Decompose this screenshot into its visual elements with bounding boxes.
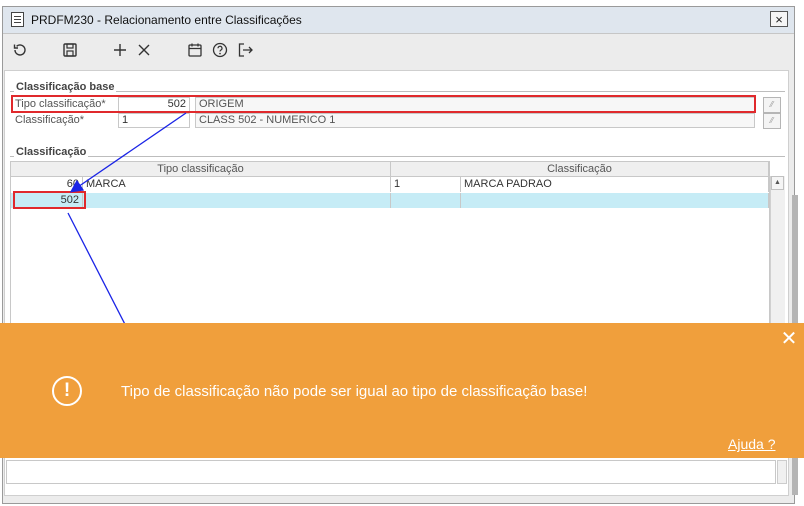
error-toast: ✕ ! Tipo de classificação não pode ser i…: [0, 323, 804, 458]
base-group-divider: [10, 91, 785, 92]
row-tipo-desc: MARCA: [83, 177, 391, 192]
classificacao-input[interactable]: 1: [118, 113, 190, 128]
table-row-selected[interactable]: 502: [11, 193, 769, 208]
refresh-icon[interactable]: [11, 41, 29, 59]
toast-close-icon[interactable]: ✕: [779, 329, 799, 349]
window-close-button[interactable]: ×: [770, 11, 788, 27]
grid-group-title: Classificação: [14, 146, 89, 158]
tipo-lookup-button[interactable]: ⁄⁄: [763, 97, 781, 113]
help-link[interactable]: Ajuda ?: [728, 436, 775, 452]
column-header-tipo[interactable]: Tipo classificação: [11, 162, 391, 177]
row-class-desc: MARCA PADRAO: [461, 177, 769, 192]
calendar-icon[interactable]: [186, 41, 204, 59]
grid-group-divider: [10, 156, 785, 157]
title-bar: PRDFM230 - Relacionamento entre Classifi…: [3, 7, 794, 34]
toast-message: Tipo de classificação não pode ser igual…: [121, 383, 588, 400]
save-icon[interactable]: [61, 41, 79, 59]
exit-icon[interactable]: [236, 41, 254, 59]
classificacao-lookup-button[interactable]: ⁄⁄: [763, 113, 781, 129]
warning-icon: !: [52, 376, 82, 406]
document-icon: [11, 12, 24, 27]
help-icon[interactable]: [211, 41, 229, 59]
highlight-grid-cell: [13, 191, 86, 209]
toolbar: [3, 34, 794, 64]
row-tipo-code[interactable]: 60: [11, 177, 83, 192]
grid-scrollbar[interactable]: ▲: [770, 176, 785, 326]
row-tipo-desc-empty: [83, 193, 391, 208]
bottom-scrollbar[interactable]: [777, 460, 787, 484]
classificacao-description: CLASS 502 - NUMERICO 1: [195, 113, 755, 128]
add-icon[interactable]: [111, 41, 129, 59]
delete-icon[interactable]: [135, 41, 153, 59]
classificacao-grid: Tipo classificação Classificação 60 MARC…: [10, 161, 770, 341]
row-class-code-empty[interactable]: [391, 193, 461, 208]
column-header-classificacao[interactable]: Classificação: [391, 162, 769, 177]
base-group-title: Classificação base: [14, 81, 117, 93]
scroll-up-icon[interactable]: ▲: [771, 176, 784, 190]
bottom-panel: [6, 460, 776, 484]
window-title: PRDFM230 - Relacionamento entre Classifi…: [31, 13, 302, 27]
row-class-desc-empty: [461, 193, 769, 208]
highlight-base-row: [11, 95, 756, 113]
row-class-code[interactable]: 1: [391, 177, 461, 192]
table-row[interactable]: 60 MARCA 1 MARCA PADRAO: [11, 177, 769, 193]
classificacao-label: Classificação*: [15, 114, 85, 126]
